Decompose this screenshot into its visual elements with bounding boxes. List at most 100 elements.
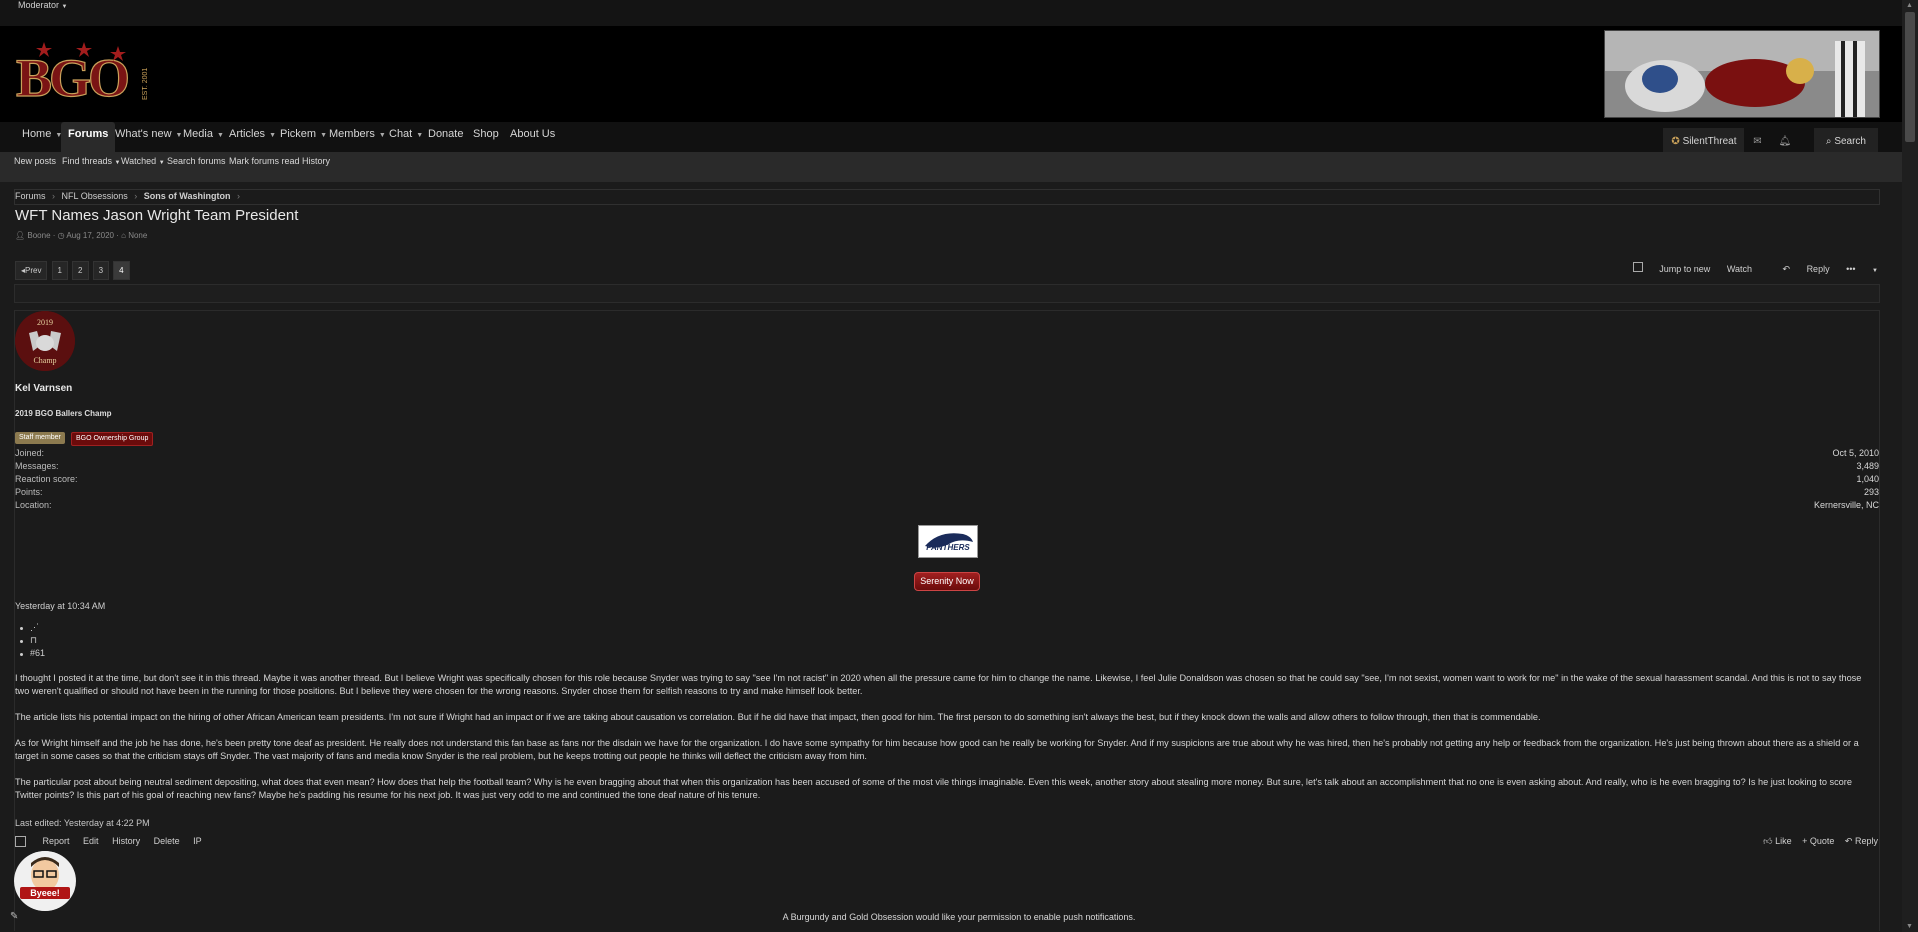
post-reply-button[interactable]: ↶ Reply [1845,836,1878,846]
stat-location: Location: Kernersville, NC [15,500,1879,510]
reply-button[interactable]: ↶ Reply [1769,264,1830,274]
share-icon[interactable]: ⋰ [19,622,45,635]
scroll-up-icon[interactable]: ▲ [1906,2,1913,9]
subnav-new-posts[interactable]: New posts [14,156,56,166]
bookmark-icon[interactable]: ⊓ [19,635,45,648]
post-date[interactable]: Yesterday at 10:34 AM [15,601,105,611]
alerts-icon[interactable]: 🔔︎ [1778,136,1791,147]
select-thread-checkbox[interactable] [1632,262,1643,272]
post-paragraph-2: The article lists his potential impact o… [15,712,1541,722]
stat-messages: Messages: 3,489 [15,461,1879,471]
notice-bar [14,284,1880,303]
svg-text:Champ: Champ [33,356,56,365]
nav-forums[interactable]: Forums [61,122,116,155]
history-button[interactable]: History [112,836,140,846]
breadcrumb-forums[interactable]: Forums [15,191,46,201]
scrollbar[interactable]: ▲ ▼ [1902,0,1918,932]
avatar[interactable]: 2019 Champ [15,311,75,371]
subnav-watched[interactable]: Watched ▼ [121,156,165,166]
sub-nav: New posts Find threads ▼ Watched ▼ Searc… [0,152,1902,182]
nav-whats-new[interactable]: What's new ▼ [110,122,182,155]
staff-badge: Staff member [15,432,65,444]
top-bar: Moderator ▼ [0,0,1902,27]
post-number[interactable]: #61 [19,648,45,661]
thumbs-up-icon: 👍︎ [1763,836,1773,846]
like-button[interactable]: 👍︎ Like [1763,836,1791,846]
user-avatar-icon: ✪ [1671,136,1680,147]
nav-media[interactable]: Media ▼ [183,122,224,155]
pagination: ◂Prev 1 2 3 4 [15,261,131,280]
page-4[interactable]: 4 [113,261,130,280]
report-button[interactable]: Report [43,836,70,846]
breadcrumb: Forums › NFL Obsessions › Sons of Washin… [14,189,1880,205]
more-options-button[interactable]: ••• ▼ [1846,264,1878,274]
chevron-right-icon: › [134,191,138,201]
reply-icon: ↶ [1782,264,1791,274]
thread-meta: 👤︎ Boone · ◷ Aug 17, 2020 · ⌂ None [15,231,148,240]
breadcrumb-sons-of-washington[interactable]: Sons of Washington [144,191,231,201]
post-paragraph-1: I thought I posted it at the time, but d… [15,673,1862,696]
thread-date[interactable]: Aug 17, 2020 [66,231,114,240]
thread-actions: Jump to new Watch ↶ Reply ••• ▼ [1632,262,1878,275]
post-container [14,310,1880,931]
select-post-checkbox[interactable] [15,836,26,848]
nav-chat[interactable]: Chat ▼ [389,122,423,155]
serenity-now-button[interactable]: Serenity Now [914,572,980,591]
scrollbar-thumb[interactable] [1905,12,1915,142]
site-logo[interactable]: BGO EST. 2001 [14,42,156,109]
plus-icon: + [1802,836,1808,846]
stat-reaction-score: Reaction score: 1,040 [15,474,1879,484]
post-meta-list: ⋰ ⊓ #61 [19,622,45,661]
quote-button[interactable]: + Quote [1802,836,1834,846]
conversations-icon[interactable]: ✉ [1753,136,1761,147]
subnav-mark-read[interactable]: Mark forums read [229,156,300,166]
post-paragraph-4: The particular post about being neutral … [15,777,1852,800]
prev-page-button[interactable]: ◂Prev [15,261,48,280]
bgo-logo-image: BGO EST. 2001 [15,42,149,109]
nav-about-us[interactable]: About Us [510,122,555,155]
nav-shop[interactable]: Shop [473,122,499,155]
signature-panthers-logo: PANTHERS [918,525,978,558]
jump-to-new-button[interactable]: Jump to new [1659,264,1710,274]
stat-joined: Joined: Oct 5, 2010 [15,448,1879,458]
subnav-history[interactable]: History [302,156,330,166]
stat-points: Points: 293 [15,487,1879,497]
header-banner-image [1604,30,1880,118]
thread-author[interactable]: Boone [27,231,50,240]
tag-icon: ⌂ [121,231,126,240]
nav-donate[interactable]: Donate [428,122,463,155]
edit-button[interactable]: Edit [83,836,99,846]
subnav-find-threads[interactable]: Find threads ▼ [62,156,121,166]
delete-button[interactable]: Delete [154,836,180,846]
watch-button[interactable]: Watch [1727,264,1752,274]
post-paragraph-3: As for Wright himself and the job he has… [15,738,1859,761]
chevron-right-icon: › [236,191,240,201]
thread-tags: None [128,231,148,240]
page-1[interactable]: 1 [51,261,68,280]
last-edited: Last edited: Yesterday at 4:22 PM [15,818,150,828]
user-title: 2019 BGO Ballers Champ [15,409,112,418]
nav-pickem[interactable]: Pickem ▼ [280,122,327,155]
svg-text:2019: 2019 [37,318,53,327]
svg-text:BGO: BGO [16,48,128,106]
svg-text:PANTHERS: PANTHERS [926,543,970,552]
post-username[interactable]: Kel Varnsen [15,383,72,394]
page-2[interactable]: 2 [72,261,89,280]
nav-articles[interactable]: Articles ▼ [229,122,276,155]
nav-members[interactable]: Members ▼ [329,122,386,155]
moderator-link[interactable]: Moderator ▼ [18,0,68,10]
chevron-right-icon: › [52,191,56,201]
breadcrumb-nfl-obsessions[interactable]: NFL Obsessions [62,191,128,201]
main-nav: Home ▼ Forums What's new ▼ Media ▼ Articles… [0,122,1902,155]
user-icon: 👤︎ [15,231,26,240]
next-post-avatar[interactable]: Byeee! [14,851,76,911]
svg-text:Byeee!: Byeee! [30,888,60,898]
page-3[interactable]: 3 [92,261,110,280]
search-icon: ⌕ [1825,136,1832,147]
push-notification-prompt[interactable]: A Burgundy and Gold Obsession would like… [0,912,1918,922]
page-title: WFT Names Jason Wright Team President [15,207,299,224]
post-actions-left: Report Edit History Delete IP [15,836,202,848]
scroll-down-icon[interactable]: ▼ [1906,923,1913,930]
subnav-search-forums[interactable]: Search forums [167,156,226,166]
ip-button[interactable]: IP [193,836,202,846]
